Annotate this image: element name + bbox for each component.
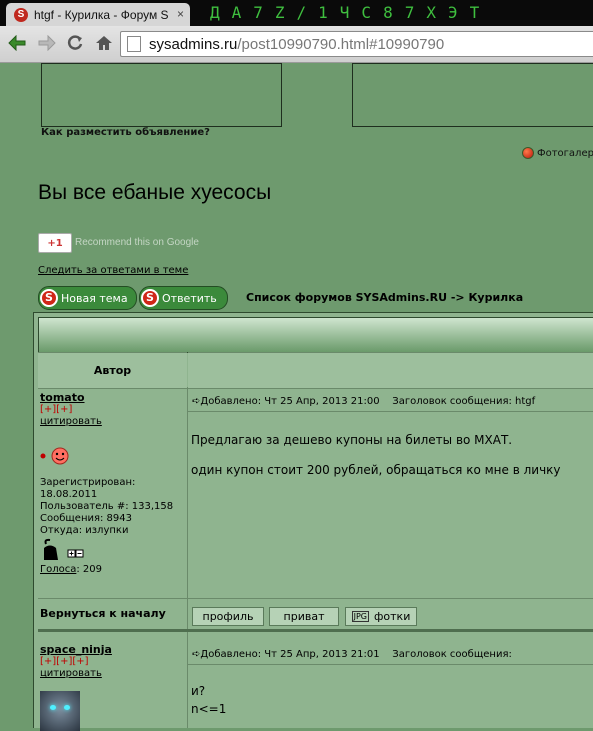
ad-banner-left[interactable]: [41, 63, 282, 127]
post-subject: Заголовок сообщения:: [392, 649, 512, 660]
post-text-line: и?: [191, 684, 206, 698]
browser-tab[interactable]: S htgf - Курилка - Форум S ×: [6, 3, 190, 26]
author-nick[interactable]: space_ninja: [40, 644, 112, 656]
quote-link[interactable]: цитировать: [40, 416, 102, 428]
author-column-header: Автор: [38, 352, 187, 389]
message-count: Сообщения: 8943: [40, 513, 133, 524]
user-number: Пользователь #: 133,158: [40, 501, 174, 512]
post-meta: ➪Добавлено: Чт 25 Апр, 2013 21:01 Заголо…: [192, 649, 512, 660]
window-titlebar: S htgf - Курилка - Форум S × ДА7Z/1ЧС87Х…: [0, 0, 593, 26]
user-status-icon: [42, 538, 86, 566]
gplus-recommend-text: Recommend this on Google: [75, 237, 199, 248]
avatar: [40, 691, 80, 731]
post-body: и? n<=1: [191, 682, 226, 718]
user-votes: Голоса: 209: [40, 564, 102, 576]
reload-icon[interactable]: [64, 32, 86, 54]
google-plus-one-button[interactable]: +1: [38, 233, 72, 253]
home-icon[interactable]: [93, 32, 115, 54]
post-text-line: n<=1: [191, 702, 227, 716]
registered-label: Зарегистрирован:: [40, 477, 136, 488]
new-topic-label: Новая тема: [61, 291, 128, 305]
new-topic-button[interactable]: S Новая тема: [38, 286, 137, 310]
s-logo-icon: S: [141, 289, 159, 307]
author-stats: Зарегистрирован: 18.08.2011 Пользователь…: [40, 477, 173, 537]
jpeg-icon: JPG: [351, 611, 370, 622]
message-column-header: [188, 352, 593, 389]
matrix-theme-glyphs: ДА7Z/1ЧС87ХЭТ: [210, 3, 492, 22]
post-date: Добавлено: Чт 25 Апр, 2013 21:01: [200, 649, 380, 660]
author-column-label: Автор: [93, 364, 132, 377]
post-meta-divider: [188, 411, 593, 412]
post-footer-divider: [38, 598, 593, 599]
post-body: Предлагаю за дешево купоны на билеты во …: [191, 431, 561, 479]
tab-title: htgf - Курилка - Форум S: [34, 7, 169, 22]
ad-banner-right[interactable]: [352, 63, 593, 127]
author-rank: [+][+]: [40, 404, 73, 415]
back-to-top-link[interactable]: Вернуться к началу: [40, 607, 166, 620]
ad-placement-link[interactable]: Как разместить объявление?: [41, 127, 210, 138]
browser-toolbar: sysadmins.ru /post10990790.html#10990790: [0, 26, 593, 63]
table-header-bar: [38, 317, 593, 353]
breadcrumb[interactable]: Список форумов SYSAdmins.RU -> Курилка: [246, 291, 523, 304]
user-location: Откуда: излупки: [40, 525, 129, 536]
photo-gallery-link[interactable]: Фотогалер: [522, 147, 593, 159]
column-divider: [187, 387, 188, 728]
url-path: /post10990790.html#10990790: [237, 35, 445, 53]
back-arrow-icon[interactable]: [6, 32, 28, 54]
posts-table: Автор tomato [+][+] цитировать Зарегистр…: [33, 312, 593, 731]
site-favicon-icon: S: [14, 7, 28, 22]
post-date: Добавлено: Чт 25 Апр, 2013 21:00: [200, 396, 380, 407]
tab-close-icon[interactable]: ×: [177, 7, 184, 21]
post-author-info: space_ninja [+][+][+] цитировать: [40, 644, 112, 680]
profile-button[interactable]: профиль: [192, 607, 264, 626]
votes-value: : 209: [76, 564, 102, 575]
photo-gallery-icon: [522, 147, 534, 159]
post-separator: [38, 629, 593, 632]
url-host: sysadmins.ru: [149, 35, 238, 53]
author-nick[interactable]: tomato: [40, 392, 102, 404]
topic-title: Вы все ебаные хуесосы: [38, 181, 272, 204]
page-icon: [127, 36, 141, 52]
post-text-line: Предлагаю за дешево купоны на билеты во …: [191, 433, 513, 447]
quote-link[interactable]: цитировать: [40, 668, 112, 680]
votes-link[interactable]: Голоса: [40, 564, 76, 575]
post-meta-divider: [188, 664, 593, 665]
photo-gallery-label: Фотогалер: [537, 147, 593, 159]
photos-label: фотки: [374, 610, 411, 623]
post-author-info: tomato [+][+] цитировать: [40, 392, 102, 428]
post-text-line: один купон стоит 200 рублей, обращаться …: [191, 463, 561, 477]
author-rank: [+][+][+]: [40, 656, 89, 667]
forward-arrow-icon[interactable]: [36, 32, 58, 54]
watch-replies-link[interactable]: Следить за ответами в теме: [38, 265, 188, 276]
post-meta: ➪Добавлено: Чт 25 Апр, 2013 21:00 Заголо…: [192, 396, 535, 407]
s-logo-icon: S: [40, 289, 58, 307]
gplus-label: +1: [47, 237, 63, 249]
private-message-button[interactable]: приват: [269, 607, 339, 626]
photos-button[interactable]: JPG фотки: [345, 607, 417, 626]
emoticon-icon: [40, 446, 70, 470]
post-subject: Заголовок сообщения: htgf: [392, 396, 536, 407]
reply-button[interactable]: S Ответить: [139, 286, 228, 310]
reply-label: Ответить: [162, 291, 217, 305]
address-bar[interactable]: sysadmins.ru /post10990790.html#10990790: [120, 31, 593, 57]
registered-date: 18.08.2011: [40, 489, 98, 500]
